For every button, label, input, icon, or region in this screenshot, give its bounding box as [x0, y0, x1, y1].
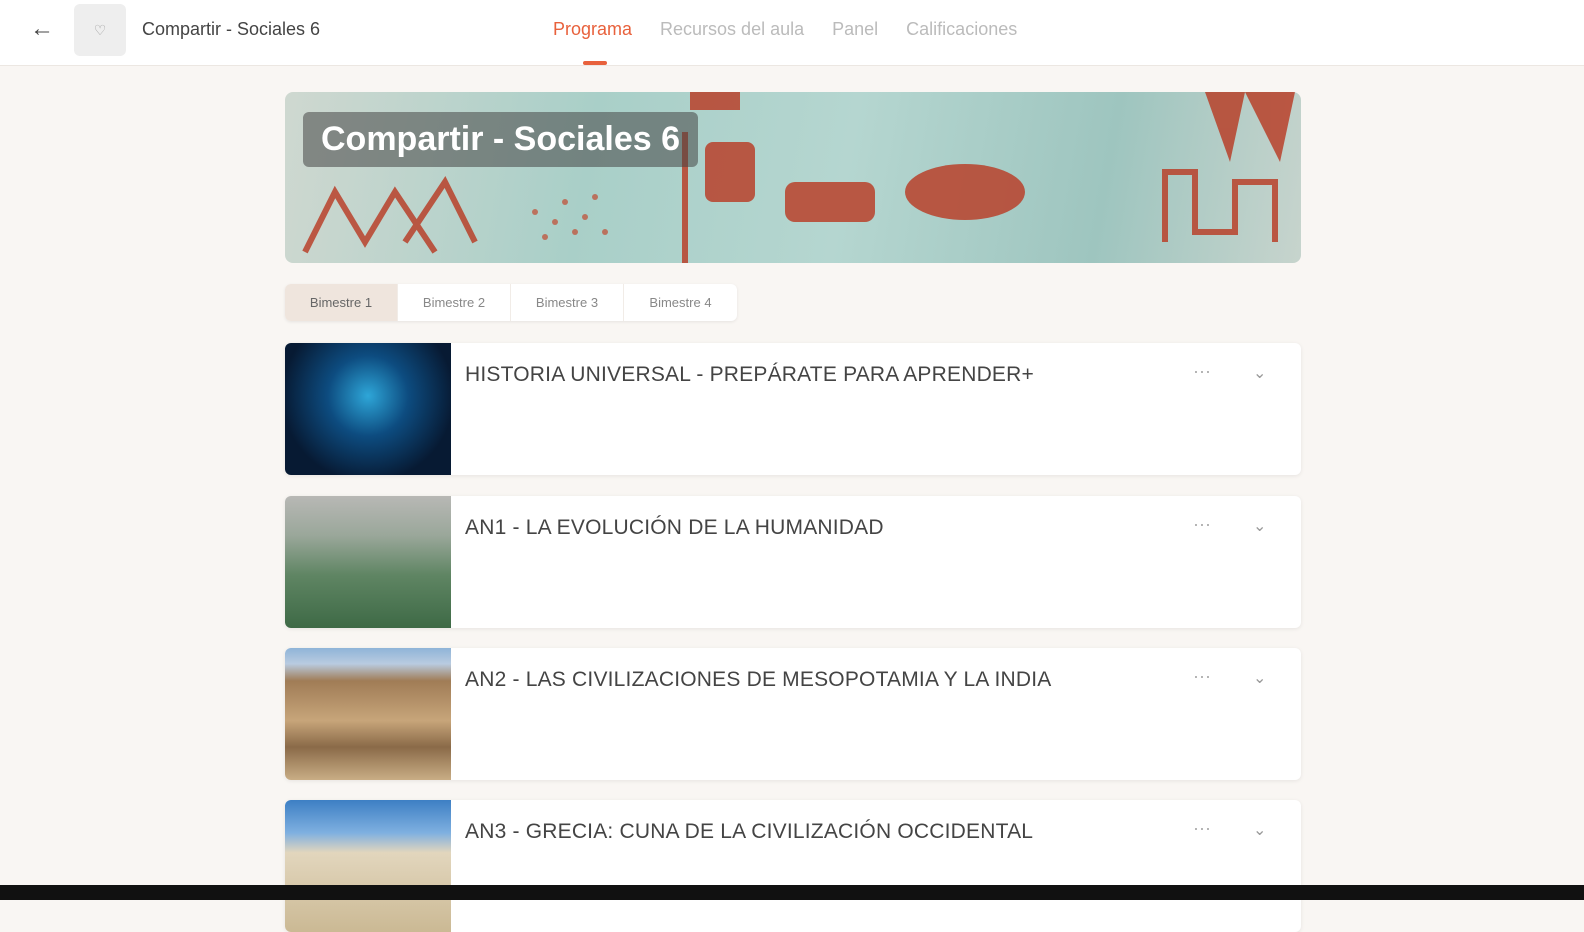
banner-title: Compartir - Sociales 6	[303, 112, 699, 167]
period-tab-3[interactable]: Bimestre 3	[511, 284, 624, 321]
unit-title: AN1 - LA EVOLUCIÓN DE LA HUMANIDAD	[465, 516, 884, 539]
screen-bottom-edge	[0, 885, 1584, 900]
chevron-down-icon[interactable]: ⌄	[1253, 363, 1266, 383]
unit-card[interactable]: AN3 - GRECIA: CUNA DE LA CIVILIZACIÓN OC…	[285, 800, 1301, 932]
chevron-down-icon[interactable]: ⌄	[1253, 820, 1266, 840]
chevron-down-icon[interactable]: ⌄	[1253, 516, 1266, 536]
chevron-down-icon[interactable]: ⌄	[1253, 668, 1266, 688]
period-tab-1[interactable]: Bimestre 1	[285, 284, 398, 321]
unit-title: AN2 - LAS CIVILIZACIONES DE MESOPOTAMIA …	[465, 668, 1052, 691]
unit-card[interactable]: AN1 - LA EVOLUCIÓN DE LA HUMANIDAD ··· ⌄	[285, 496, 1301, 628]
unit-thumbnail	[285, 496, 451, 628]
top-bar: ← ♡ Compartir - Sociales 6 Programa Recu…	[0, 0, 1584, 66]
tab-programa[interactable]: Programa	[553, 19, 632, 65]
more-options-icon[interactable]: ···	[1193, 666, 1211, 687]
more-options-icon[interactable]: ···	[1193, 361, 1211, 382]
course-name: Compartir - Sociales 6	[142, 19, 321, 39]
course-logo: ♡	[74, 4, 126, 56]
tab-calificaciones[interactable]: Calificaciones	[906, 19, 1017, 40]
period-tabs: Bimestre 1 Bimestre 2 Bimestre 3 Bimestr…	[285, 284, 737, 321]
unit-thumbnail	[285, 800, 451, 932]
unit-card[interactable]: AN2 - LAS CIVILIZACIONES DE MESOPOTAMIA …	[285, 648, 1301, 780]
period-tab-2[interactable]: Bimestre 2	[398, 284, 511, 321]
tab-panel[interactable]: Panel	[832, 19, 878, 40]
more-options-icon[interactable]: ···	[1193, 514, 1211, 535]
unit-title: HISTORIA UNIVERSAL - PREPÁRATE PARA APRE…	[465, 363, 1034, 386]
unit-card[interactable]: HISTORIA UNIVERSAL - PREPÁRATE PARA APRE…	[285, 343, 1301, 475]
back-arrow-icon[interactable]: ←	[30, 16, 56, 42]
tab-recursos[interactable]: Recursos del aula	[660, 19, 804, 40]
course-banner: Compartir - Sociales 6	[285, 92, 1301, 263]
unit-thumbnail	[285, 648, 451, 780]
more-options-icon[interactable]: ···	[1193, 818, 1211, 839]
period-tab-4: Bimestre 4	[649, 295, 712, 310]
unit-thumbnail	[285, 343, 451, 475]
main-tabs: Programa Recursos del aula Panel Calific…	[553, 19, 1017, 65]
unit-title: AN3 - GRECIA: CUNA DE LA CIVILIZACIÓN OC…	[465, 820, 1034, 843]
